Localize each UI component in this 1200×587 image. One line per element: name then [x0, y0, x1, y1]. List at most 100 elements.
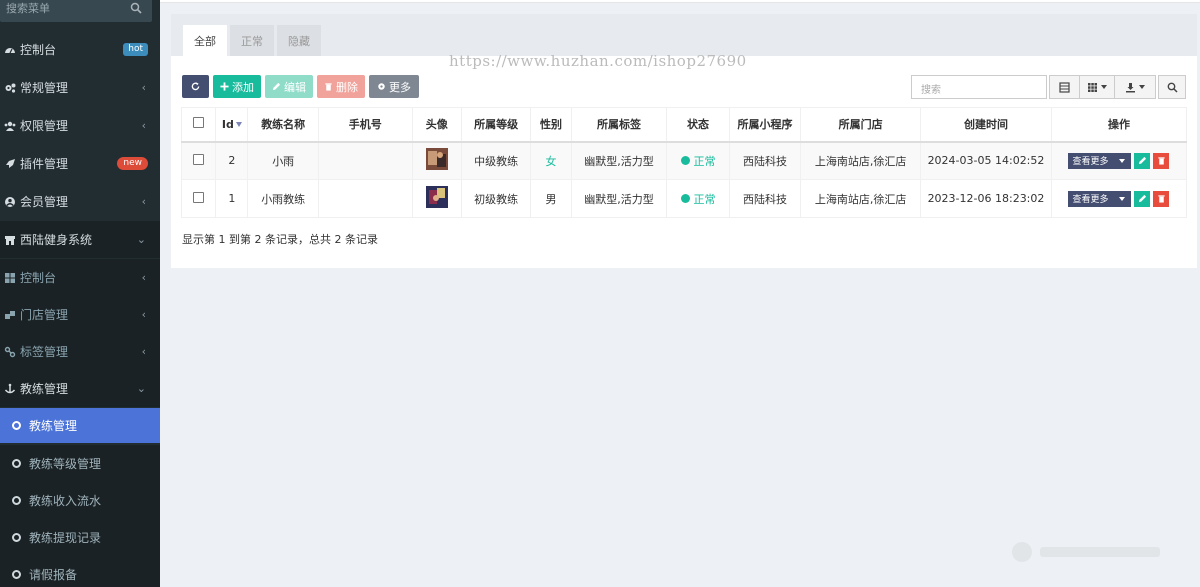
search-button[interactable] [1158, 75, 1186, 99]
columns-button[interactable] [1079, 75, 1115, 99]
anchor-icon [4, 383, 16, 395]
cell-name: 小雨教练 [247, 179, 319, 218]
toggle-view-button[interactable] [1049, 75, 1080, 99]
sidebar-item-label: 控制台 [20, 271, 57, 285]
cell-id: 2 [215, 141, 249, 180]
tab-normal[interactable]: 正常 [230, 25, 274, 56]
row-delete-button[interactable] [1153, 190, 1170, 207]
sidebar-item-label: 门店管理 [20, 308, 69, 322]
plus-icon [220, 82, 229, 91]
delete-label: 删除 [336, 80, 358, 94]
menu-search-placeholder: 搜索菜单 [6, 2, 50, 15]
pencil-icon [1138, 194, 1147, 203]
tab-hidden[interactable]: 隐藏 [277, 25, 321, 56]
cell-name: 小雨 [247, 141, 319, 180]
sidebar-item-members[interactable]: 会员管理 ‹ [0, 183, 160, 220]
faint-logo-watermark [1012, 542, 1160, 562]
caret-down-icon [1119, 158, 1126, 163]
row-checkbox[interactable] [193, 153, 205, 165]
edit-label: 编辑 [284, 80, 306, 94]
sidebar-item-stores[interactable]: 门店管理 ‹ [0, 296, 160, 333]
view-more-label: 查看更多 [1072, 195, 1109, 205]
circle-icon [12, 459, 21, 468]
menu-search-input[interactable]: 搜索菜单 [0, 0, 152, 22]
row-edit-button[interactable] [1134, 152, 1151, 169]
cell-gender: 女 [530, 141, 572, 180]
add-button[interactable]: 添加 [213, 75, 261, 98]
new-badge: new [117, 157, 148, 170]
sidebar-item-fitness-system[interactable]: 西陆健身系统 ⌄ [0, 221, 160, 258]
avatar[interactable] [425, 148, 448, 171]
sidebar-item-label: 控制台 [20, 43, 57, 57]
select-all-cell[interactable] [180, 107, 217, 143]
sidebar-item-leave[interactable]: 请假报备 [0, 556, 160, 587]
cell-created: 2023-12-06 18:23:02 [920, 179, 1052, 218]
sidebar-item-label: 常规管理 [20, 81, 69, 95]
caret-down-icon [1139, 85, 1145, 89]
more-button[interactable]: 更多 [369, 75, 419, 98]
avatar[interactable] [425, 186, 448, 208]
search-icon [1167, 82, 1178, 93]
circle-icon [12, 570, 21, 579]
sidebar-item-tags[interactable]: 标签管理 ‹ [0, 333, 160, 370]
sidebar: 搜索菜单 控制台 hot 常规管理 ‹ 权限管理 ‹ 插件管理 new 会员管理… [0, 0, 160, 587]
sidebar-item-coach[interactable]: 教练管理 ⌄ [0, 370, 160, 407]
sidebar-item-label: 请假报备 [29, 568, 78, 582]
edit-button[interactable]: 编辑 [265, 75, 313, 98]
sidebar-item-coach-withdraw[interactable]: 教练提现记录 [0, 519, 160, 556]
cell-store: 上海南站店,徐汇店 [800, 179, 922, 218]
chevron-left-icon: ‹ [141, 345, 146, 358]
sidebar-item-coach-list[interactable]: 教练管理 [0, 408, 160, 443]
cell-phone [317, 141, 413, 180]
row-edit-button[interactable] [1134, 190, 1151, 207]
sidebar-item-plugins[interactable]: 插件管理 new [0, 145, 160, 182]
caret-down-icon [1101, 85, 1107, 89]
sidebar-item-label: 教练管理 [29, 419, 78, 433]
sidebar-item-coach-levels[interactable]: 教练等级管理 [0, 445, 160, 482]
cell-tags: 幽默型,活力型 [570, 179, 668, 218]
sidebar-item-permissions[interactable]: 权限管理 ‹ [0, 107, 160, 144]
status-badge: 正常 [693, 192, 716, 206]
search-input[interactable]: 搜索 [911, 75, 1047, 99]
table-row[interactable]: 2 小雨 中级教练 女 幽默型,活力型 正常 西陆科技 上海南站店,徐汇店 20… [180, 141, 1188, 180]
top-divider [160, 0, 1200, 3]
cell-phone [317, 179, 413, 218]
chevron-left-icon: ‹ [141, 119, 146, 132]
cell-level: 初级教练 [460, 179, 532, 218]
cell-status: 正常 [666, 179, 730, 218]
cubes-icon [4, 309, 16, 321]
sidebar-item-general[interactable]: 常规管理 ‹ [0, 69, 160, 106]
sidebar-item-sub-dashboard[interactable]: 控制台 ‹ [0, 259, 160, 296]
status-dot-icon [680, 194, 690, 203]
col-created: 创建时间 [920, 107, 1052, 143]
chevron-left-icon: ‹ [141, 195, 146, 208]
caret-down-icon [1119, 196, 1126, 201]
table-view-icon [1059, 81, 1070, 93]
view-more-label: 查看更多 [1072, 157, 1109, 168]
sidebar-item-coach-income[interactable]: 教练收入流水 [0, 482, 160, 519]
view-more-dropdown[interactable]: 查看更多 [1068, 152, 1132, 169]
sidebar-item-label: 教练提现记录 [29, 531, 102, 545]
download-icon [1126, 82, 1135, 92]
row-checkbox[interactable] [193, 191, 205, 203]
add-label: 添加 [232, 80, 254, 94]
delete-button[interactable]: 删除 [317, 75, 365, 98]
table-header-row: Id 教练名称 手机号 头像 所属等级 性别 所属标签 状态 所属小程序 所属门… [180, 107, 1188, 143]
table-row[interactable]: 1 小雨教练 初级教练 男 幽默型,活力型 正常 西陆科技 上海南站店,徐汇店 … [180, 179, 1188, 218]
hot-badge: hot [123, 43, 148, 56]
refresh-button[interactable] [182, 75, 209, 98]
tab-all[interactable]: 全部 [183, 25, 227, 56]
select-all-checkbox[interactable] [193, 117, 205, 129]
chevron-down-icon: ⌄ [136, 382, 146, 395]
sidebar-item-dashboard[interactable]: 控制台 hot [0, 31, 160, 68]
export-button[interactable] [1114, 75, 1156, 99]
store-icon [4, 234, 16, 246]
cell-store: 上海南站店,徐汇店 [800, 141, 922, 180]
view-more-dropdown[interactable]: 查看更多 [1068, 190, 1132, 207]
more-label: 更多 [389, 80, 411, 94]
row-delete-button[interactable] [1153, 152, 1170, 169]
pagination-summary: 显示第 1 到第 2 条记录，总共 2 条记录 [182, 233, 378, 246]
pencil-icon [272, 82, 281, 91]
col-level: 所属等级 [460, 107, 532, 143]
col-id[interactable]: Id [215, 107, 249, 143]
